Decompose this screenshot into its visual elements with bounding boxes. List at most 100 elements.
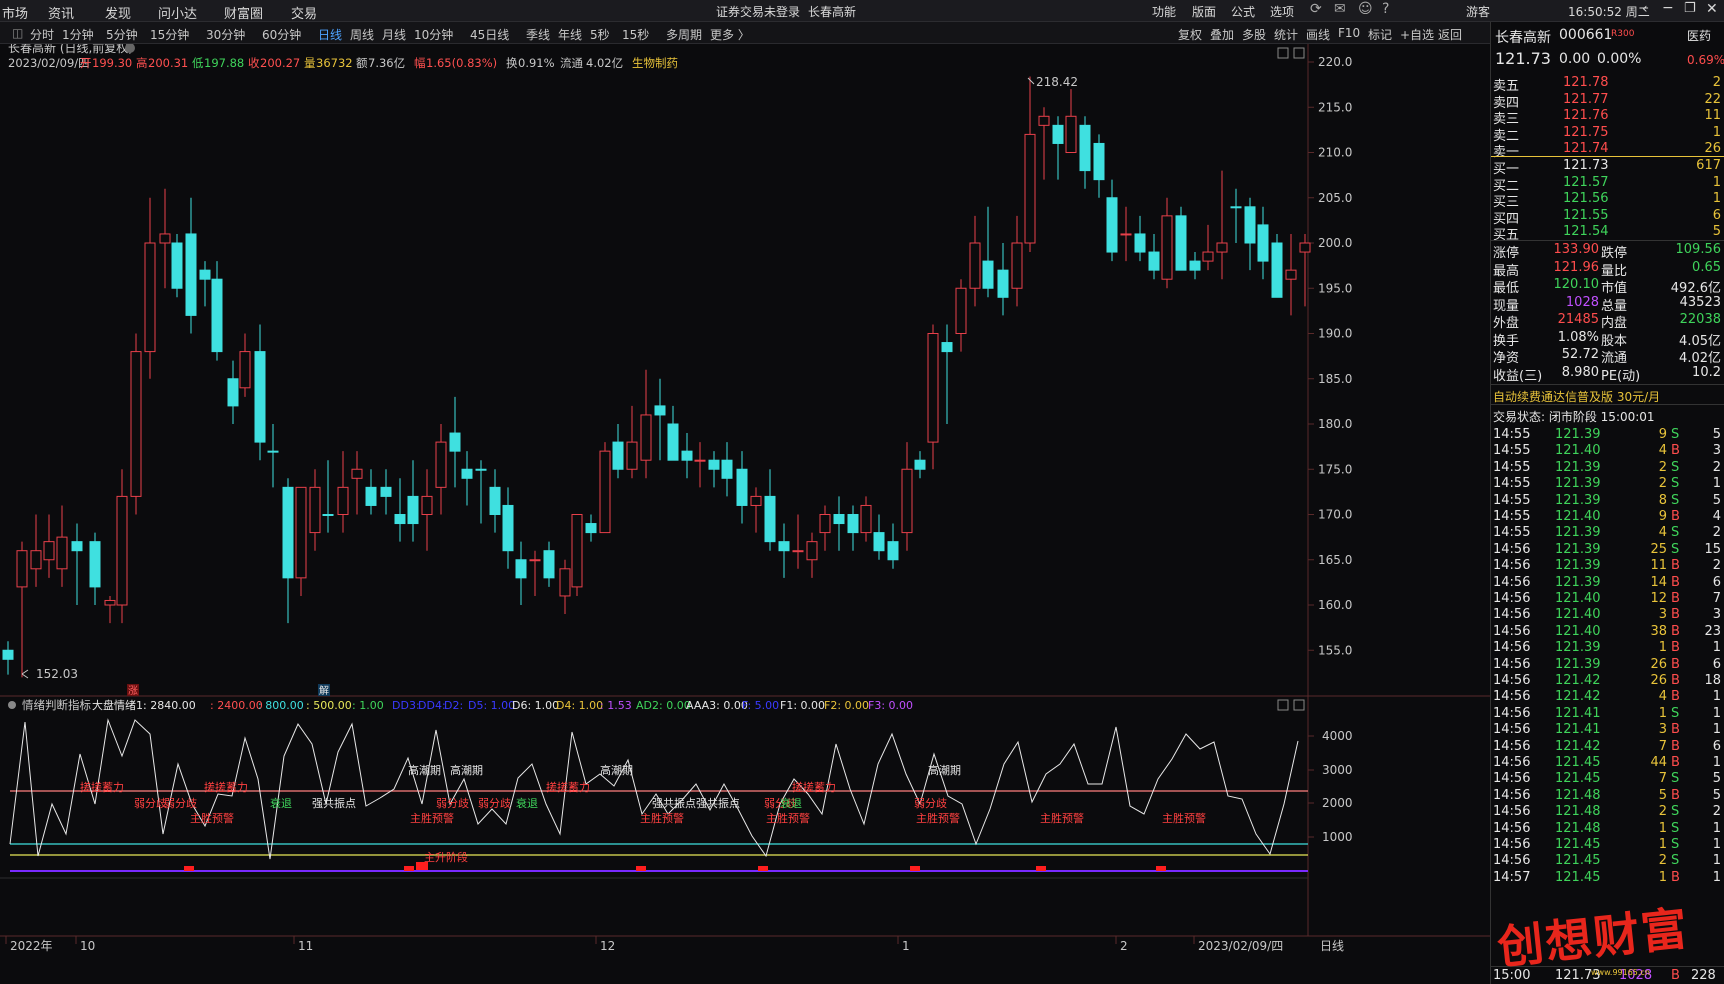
period-tab-2[interactable]: 5分钟	[106, 26, 138, 43]
menu-layout[interactable]: 版面	[1192, 3, 1216, 20]
candle-body[interactable]	[1244, 206, 1256, 244]
tool-4[interactable]: 画线	[1306, 26, 1330, 43]
panel-toggle-icon[interactable]: ◫	[12, 26, 23, 40]
candle-body[interactable]	[1106, 197, 1118, 253]
tool-0[interactable]: 复权	[1178, 26, 1202, 43]
candle-body[interactable]	[89, 541, 101, 588]
candle-body[interactable]	[144, 242, 156, 353]
period-tab-16[interactable]: 更多 〉	[710, 26, 750, 43]
candle-body[interactable]	[736, 468, 748, 506]
candle-body[interactable]	[1202, 251, 1214, 262]
tool-8[interactable]: 返回	[1438, 26, 1462, 43]
candle-body[interactable]	[16, 550, 28, 588]
menu-guest[interactable]: 游客	[1466, 3, 1490, 20]
bid-row[interactable]: 买五 121.54 5	[1491, 223, 1724, 243]
candle-body[interactable]	[394, 514, 406, 525]
minimize-icon[interactable]: −	[1662, 0, 1674, 16]
candle-body[interactable]	[185, 233, 197, 316]
candle-body[interactable]	[1134, 233, 1146, 253]
candle-body[interactable]	[1299, 242, 1311, 253]
candle-body[interactable]	[475, 468, 487, 471]
period-tab-4[interactable]: 30分钟	[206, 26, 245, 43]
candle-body[interactable]	[612, 441, 624, 470]
candle-body[interactable]	[1038, 115, 1050, 126]
candle-body[interactable]	[322, 514, 334, 516]
ask-row[interactable]: 卖五 121.78 2	[1491, 74, 1724, 94]
candle-body[interactable]	[199, 269, 211, 280]
candle-body[interactable]	[1011, 242, 1023, 289]
candle-body[interactable]	[449, 432, 461, 452]
candle-body[interactable]	[1216, 242, 1228, 253]
candle-body[interactable]	[721, 459, 733, 479]
mail-icon[interactable]: ✉	[1334, 1, 1346, 17]
candle-body[interactable]	[380, 486, 392, 497]
tool-6[interactable]: 标记	[1368, 26, 1392, 43]
menu-options[interactable]: 选项	[1270, 3, 1294, 20]
candle-body[interactable]	[295, 486, 307, 579]
candle-body[interactable]	[227, 378, 239, 407]
candle-body[interactable]	[56, 536, 68, 570]
candle-body[interactable]	[239, 351, 251, 389]
help-icon[interactable]: ?	[1382, 1, 1389, 17]
bid-row[interactable]: 买四 121.55 6	[1491, 207, 1724, 227]
candle-body[interactable]	[1148, 251, 1160, 271]
candle-body[interactable]	[351, 468, 363, 479]
menu-trade[interactable]: 交易	[291, 3, 317, 22]
period-tab-5[interactable]: 60分钟	[262, 26, 301, 43]
candle-body[interactable]	[955, 287, 967, 334]
candle-body[interactable]	[833, 514, 845, 525]
candle-body[interactable]	[104, 599, 116, 606]
period-tab-0[interactable]: 分时	[30, 26, 54, 43]
candle-body[interactable]	[365, 486, 377, 506]
refresh-icon[interactable]: ⟳	[1310, 1, 1322, 17]
tool-3[interactable]: 统计	[1274, 26, 1298, 43]
candle-body[interactable]	[708, 459, 720, 470]
candle-body[interactable]	[1175, 215, 1187, 271]
candle-body[interactable]	[667, 423, 679, 461]
candle-body[interactable]	[461, 468, 473, 479]
candle-body[interactable]	[267, 450, 279, 453]
candle-body[interactable]	[1189, 260, 1201, 271]
candle-body[interactable]	[847, 514, 859, 534]
candle-body[interactable]	[171, 242, 183, 289]
candle-body[interactable]	[969, 242, 981, 289]
kline-chart[interactable]: 长春高新 (日线,前复权)2023/02/09/四开 199.30 高 200.31 低…	[0, 40, 1490, 984]
close-icon[interactable]: ✕	[1706, 1, 1718, 17]
candle-body[interactable]	[1052, 124, 1064, 144]
candle-body[interactable]	[1120, 233, 1132, 236]
candle-body[interactable]	[254, 351, 266, 443]
candle-body[interactable]	[1271, 242, 1283, 298]
candle-body[interactable]	[515, 559, 527, 579]
candle-body[interactable]	[585, 523, 597, 534]
period-tab-12[interactable]: 年线	[558, 26, 582, 43]
candle-body[interactable]	[502, 504, 514, 552]
candle-body[interactable]	[1079, 124, 1091, 172]
candle-body[interactable]	[1065, 115, 1077, 154]
candle-body[interactable]	[282, 486, 294, 579]
candle-body[interactable]	[529, 559, 541, 562]
candle-body[interactable]	[211, 278, 223, 353]
candle-body[interactable]	[1024, 133, 1036, 244]
candle-body[interactable]	[559, 568, 571, 597]
sector-name[interactable]: 医药	[1687, 27, 1711, 44]
tool-1[interactable]: 叠加	[1210, 26, 1234, 43]
candle-body[interactable]	[694, 459, 706, 462]
candle-body[interactable]	[337, 486, 349, 516]
menu-info[interactable]: 资讯	[48, 3, 74, 22]
menu-formula[interactable]: 公式	[1231, 3, 1255, 20]
period-tab-3[interactable]: 15分钟	[150, 26, 189, 43]
login-alert[interactable]: 证券交易未登录	[716, 3, 800, 20]
candle-body[interactable]	[435, 441, 447, 488]
period-tab-14[interactable]: 15秒	[622, 26, 649, 43]
period-tab-15[interactable]: 多周期	[666, 26, 702, 43]
candle-body[interactable]	[792, 550, 804, 553]
candle-body[interactable]	[1230, 206, 1242, 209]
period-tab-13[interactable]: 5秒	[590, 26, 610, 43]
candle-body[interactable]	[2, 649, 14, 660]
candle-body[interactable]	[901, 468, 913, 534]
candle-body[interactable]	[654, 405, 666, 416]
candle-body[interactable]	[764, 495, 776, 543]
indicator-dropdown-icon[interactable]	[8, 701, 16, 709]
ask-row[interactable]: 卖四 121.77 22	[1491, 91, 1724, 111]
tool-2[interactable]: 多股	[1242, 26, 1266, 43]
